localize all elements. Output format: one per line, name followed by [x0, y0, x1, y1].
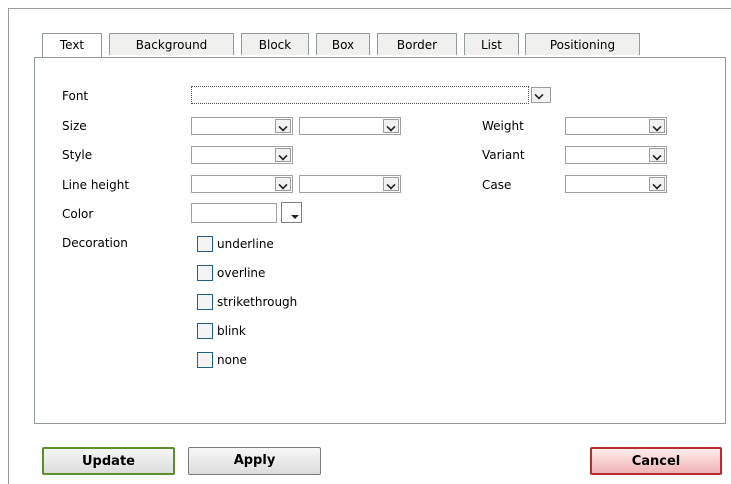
font-dropdown-button[interactable]	[531, 86, 557, 104]
variant-label: Variant	[482, 148, 525, 162]
blink-checkbox[interactable]	[197, 323, 213, 339]
chevron-down-icon	[649, 177, 665, 191]
chevron-down-icon	[649, 119, 665, 133]
tab-border[interactable]: Border	[377, 33, 457, 55]
color-picker-button[interactable]	[281, 202, 302, 223]
chevron-down-icon	[649, 148, 665, 162]
underline-checkbox[interactable]	[197, 236, 213, 252]
case-select[interactable]	[565, 175, 667, 193]
text-properties-panel	[34, 57, 726, 424]
chevron-down-icon	[275, 177, 291, 191]
variant-select[interactable]	[565, 146, 667, 164]
strikethrough-checkbox[interactable]	[197, 294, 213, 310]
overline-checkbox[interactable]	[197, 265, 213, 281]
chevron-down-icon	[383, 177, 399, 191]
line-height-label: Line height	[62, 178, 130, 192]
blink-label: blink	[217, 324, 246, 338]
tab-text[interactable]: Text	[42, 33, 102, 57]
underline-label: underline	[217, 237, 274, 251]
apply-button[interactable]: Apply	[188, 447, 321, 475]
chevron-down-icon	[275, 148, 291, 162]
font-label: Font	[62, 89, 89, 103]
color-label: Color	[62, 207, 94, 221]
tab-background[interactable]: Background	[109, 33, 234, 55]
color-input[interactable]	[191, 203, 277, 223]
tab-positioning[interactable]: Positioning	[525, 33, 640, 55]
overline-label: overline	[217, 266, 266, 280]
none-label: none	[217, 353, 247, 367]
font-select[interactable]	[191, 86, 529, 104]
weight-label: Weight	[482, 119, 524, 133]
line-height-select[interactable]	[191, 175, 293, 193]
style-label: Style	[62, 148, 93, 162]
chevron-down-icon	[531, 87, 551, 103]
tab-box[interactable]: Box	[316, 33, 370, 55]
none-checkbox[interactable]	[197, 352, 213, 368]
style-select[interactable]	[191, 146, 293, 164]
tab-block[interactable]: Block	[241, 33, 309, 55]
tab-list[interactable]: List	[464, 33, 519, 55]
decoration-label: Decoration	[62, 236, 128, 250]
strikethrough-label: strikethrough	[217, 295, 298, 309]
chevron-down-icon	[275, 119, 291, 133]
weight-select[interactable]	[565, 117, 667, 135]
size-unit-select[interactable]	[299, 117, 401, 135]
size-label: Size	[62, 119, 87, 133]
chevron-down-icon	[383, 119, 399, 133]
update-button[interactable]: Update	[42, 447, 175, 475]
line-height-unit-select[interactable]	[299, 175, 401, 193]
cancel-button[interactable]: Cancel	[590, 447, 722, 475]
size-select[interactable]	[191, 117, 293, 135]
case-label: Case	[482, 178, 512, 192]
